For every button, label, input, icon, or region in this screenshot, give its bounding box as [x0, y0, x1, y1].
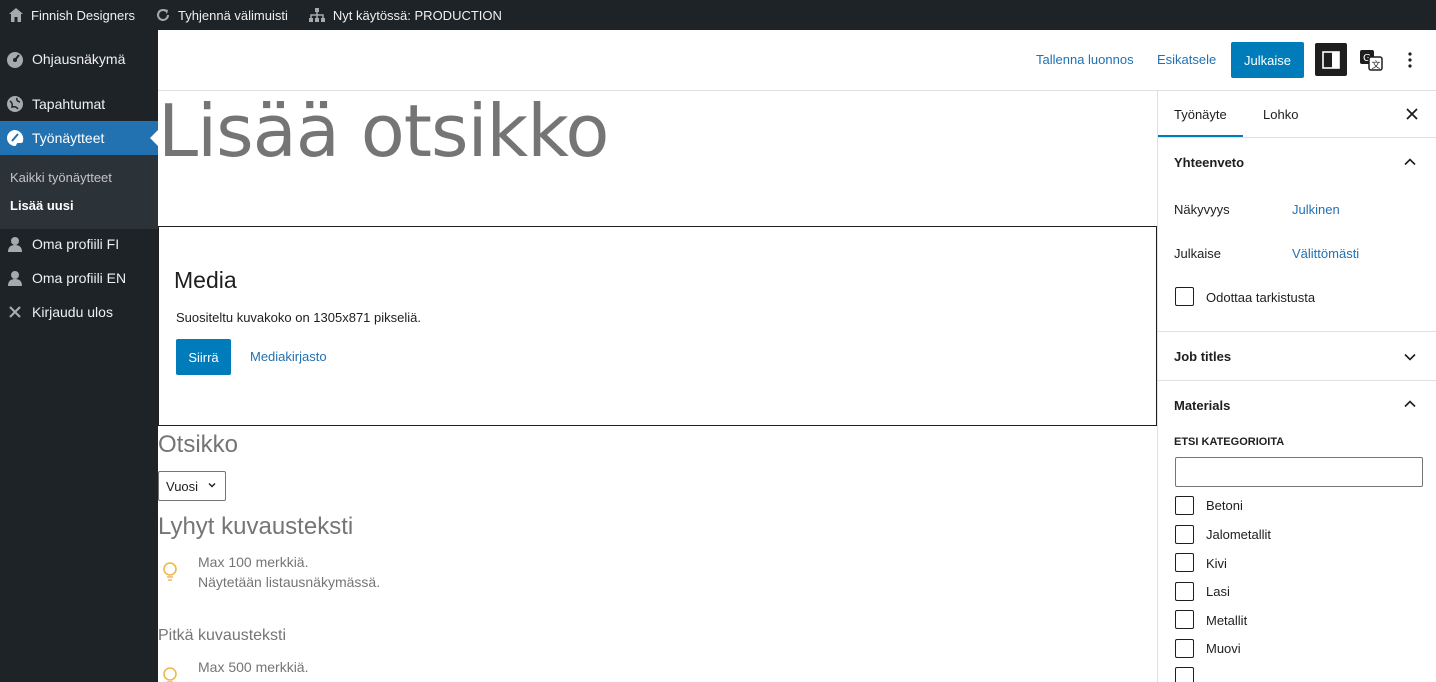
divider — [1158, 380, 1436, 381]
globe-icon — [7, 96, 23, 112]
palette-icon — [7, 130, 24, 146]
close-icon[interactable] — [1402, 104, 1422, 124]
category-checkbox[interactable] — [1175, 525, 1194, 544]
upload-button[interactable]: Siirrä — [176, 339, 231, 375]
post-title-input[interactable]: Lisää otsikko — [158, 91, 609, 171]
save-draft-button[interactable]: Tallenna luonnos — [1036, 52, 1134, 67]
category-checkbox[interactable] — [1175, 639, 1194, 658]
chevron-down-icon — [208, 483, 216, 488]
short-description-hint-1: Max 100 merkkiä. — [198, 554, 309, 570]
sidebar-icon — [1322, 50, 1340, 69]
menu-label: Oma profiili EN — [32, 270, 127, 286]
settings-sidebar: Työnäyte Lohko Yhteenveto Näkyvyys Julki… — [1157, 91, 1436, 682]
visibility-label: Näkyvyys — [1174, 202, 1230, 217]
field-title-heading: Otsikko — [158, 431, 239, 458]
menu-label: Tapahtumat — [32, 96, 106, 112]
editor-canvas: Lisää otsikko Media Suositeltu kuvakoko … — [158, 91, 1157, 682]
home-icon — [9, 8, 23, 22]
dashboard-icon — [7, 52, 23, 68]
media-metabox: Media Suositeltu kuvakoko on 1305x871 pi… — [158, 226, 1157, 426]
menu-label: Oma profiili FI — [32, 236, 120, 252]
category-label: Lasi — [1206, 584, 1230, 599]
user-icon — [8, 237, 22, 252]
environment-label: Nyt käytössä: PRODUCTION — [332, 7, 502, 23]
site-name-link[interactable]: Finnish Designers — [0, 0, 143, 30]
category-label: Muovi — [1206, 641, 1241, 656]
menu-label: Työnäytteet — [32, 130, 105, 146]
preview-button[interactable]: Esikatsele — [1157, 52, 1216, 67]
menu-item-profile-en[interactable]: Oma profiili EN — [0, 261, 158, 295]
chevron-up-icon[interactable] — [1403, 397, 1417, 411]
environment-link[interactable]: Nyt käytössä: PRODUCTION — [300, 0, 510, 30]
clear-cache-label: Tyhjennä välimuisti — [178, 7, 288, 23]
category-label: Betoni — [1206, 498, 1243, 513]
short-description-hint-2: Näytetään listausnäkymässä. — [198, 574, 381, 590]
submenu-add-new[interactable]: Lisää uusi — [10, 198, 74, 213]
site-name: Finnish Designers — [31, 7, 136, 23]
summary-panel-title[interactable]: Yhteenveto — [1174, 155, 1244, 170]
submenu-all-portfolio[interactable]: Kaikki työnäytteet — [10, 170, 112, 185]
portfolio-submenu: Kaikki työnäytteet Lisää uusi — [0, 155, 158, 229]
admin-sidebar: Ohjausnäkymä Tapahtumat Työnäytteet Kaik… — [0, 30, 158, 682]
menu-item-portfolio[interactable]: Työnäytteet — [0, 121, 158, 155]
menu-item-logout[interactable]: Kirjaudu ulos — [0, 295, 158, 329]
clear-cache-link[interactable]: Tyhjennä välimuisti — [147, 0, 296, 30]
pending-review-checkbox[interactable] — [1175, 287, 1194, 306]
translate-button[interactable]: G文 — [1356, 44, 1386, 76]
settings-toggle-button[interactable] — [1315, 43, 1347, 76]
category-search-input[interactable] — [1175, 457, 1423, 487]
category-label: Kivi — [1206, 556, 1227, 571]
menu-label: Kirjaudu ulos — [32, 304, 113, 320]
publish-button[interactable]: Julkaise — [1231, 42, 1304, 78]
media-title: Media — [174, 267, 237, 293]
publish-label: Julkaise — [1174, 246, 1221, 261]
category-label: Jalometallit — [1206, 527, 1272, 542]
divider — [1158, 331, 1436, 332]
menu-item-events[interactable]: Tapahtumat — [0, 87, 158, 121]
translate-icon: G文 — [1360, 50, 1383, 71]
user-icon — [8, 271, 22, 286]
year-select[interactable]: Vuosi — [158, 471, 226, 501]
long-description-hint-1: Max 500 merkkiä. — [198, 659, 309, 675]
materials-panel-title[interactable]: Materials — [1174, 398, 1230, 413]
more-options-button[interactable] — [1398, 44, 1422, 76]
lightbulb-icon — [163, 562, 177, 581]
visibility-value[interactable]: Julkinen — [1292, 202, 1340, 217]
more-vertical-icon — [1408, 52, 1412, 68]
menu-item-profile-fi[interactable]: Oma profiili FI — [0, 227, 158, 261]
long-description-heading: Pitkä kuvausteksti — [158, 627, 287, 644]
category-checkbox[interactable] — [1175, 582, 1194, 601]
chevron-down-icon[interactable] — [1403, 350, 1417, 364]
tab-post[interactable]: Työnäyte — [1158, 91, 1243, 137]
lightbulb-icon — [163, 667, 177, 682]
year-select-value: Vuosi — [166, 478, 199, 494]
category-checkbox[interactable] — [1175, 496, 1194, 515]
publish-value[interactable]: Välittömästi — [1292, 246, 1359, 261]
category-checkbox[interactable] — [1175, 667, 1194, 682]
category-checkbox[interactable] — [1175, 553, 1194, 572]
category-search-label: ETSI KATEGORIOITA — [1174, 436, 1285, 448]
admin-bar: Finnish Designers Tyhjennä välimuisti Ny… — [0, 0, 1436, 30]
pending-review-label: Odottaa tarkistusta — [1206, 290, 1316, 305]
category-checkbox[interactable] — [1175, 610, 1194, 629]
close-icon — [9, 306, 21, 318]
menu-item-dashboard[interactable]: Ohjausnäkymä — [0, 42, 158, 76]
svg-text:文: 文 — [1372, 59, 1381, 71]
refresh-icon — [157, 9, 170, 21]
divider — [1158, 137, 1436, 138]
short-description-heading: Lyhyt kuvausteksti — [158, 513, 354, 540]
editor-header: Tallenna luonnos Esikatsele Julkaise G文 — [158, 30, 1436, 91]
job-titles-panel-title[interactable]: Job titles — [1174, 349, 1231, 364]
menu-label: Ohjausnäkymä — [32, 51, 126, 67]
media-description: Suositeltu kuvakoko on 1305x871 pikseliä… — [176, 310, 421, 325]
media-library-link[interactable]: Mediakirjasto — [250, 349, 327, 364]
sitemap-icon — [308, 8, 325, 22]
chevron-up-icon[interactable] — [1403, 155, 1417, 169]
tab-block[interactable]: Lohko — [1263, 91, 1298, 137]
category-label: Metallit — [1206, 613, 1248, 628]
